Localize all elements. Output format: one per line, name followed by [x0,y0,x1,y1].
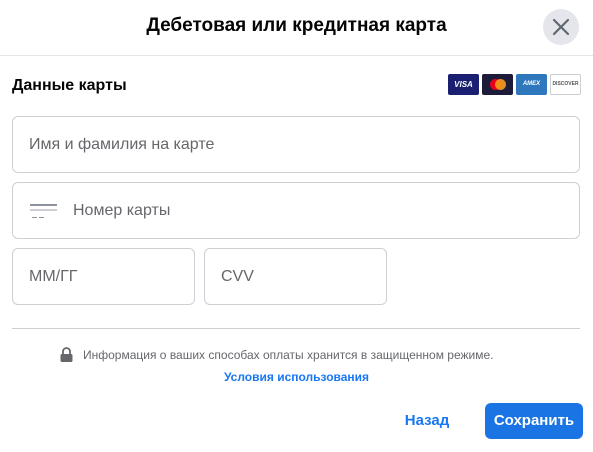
dialog-header: Дебетовая или кредитная карта [0,0,593,56]
back-button[interactable]: Назад [395,403,459,439]
payment-card-dialog: Дебетовая или кредитная карта Данные кар… [0,0,593,452]
visa-logo: VISA [448,74,479,95]
credit-card-icon [30,204,57,218]
dialog-title: Дебетовая или кредитная карта [146,15,447,36]
accepted-cards-logos: VISA AMEX DISCOVER [448,74,581,95]
footer-divider [12,328,580,329]
save-button[interactable]: Сохранить [485,403,583,439]
amex-logo: AMEX [516,74,547,95]
close-button[interactable] [543,9,579,45]
mastercard-logo [482,74,513,95]
cvv-field[interactable] [204,248,387,305]
cardholder-name-field[interactable] [12,116,580,173]
card-number-field[interactable] [12,182,580,239]
cardholder-name-input[interactable] [29,117,569,172]
card-number-input[interactable] [73,183,563,238]
card-details-heading: Данные карты [12,77,127,94]
secure-notice: Информация о ваших способах оплаты храни… [60,347,493,362]
expiry-date-input[interactable] [29,249,189,304]
cvv-input[interactable] [221,249,381,304]
discover-logo: DISCOVER [550,74,581,95]
secure-notice-text: Информация о ваших способах оплаты храни… [83,347,494,362]
lock-icon [60,347,73,362]
terms-link[interactable]: Условия использования [0,370,593,384]
close-icon [552,18,570,36]
expiry-date-field[interactable] [12,248,195,305]
